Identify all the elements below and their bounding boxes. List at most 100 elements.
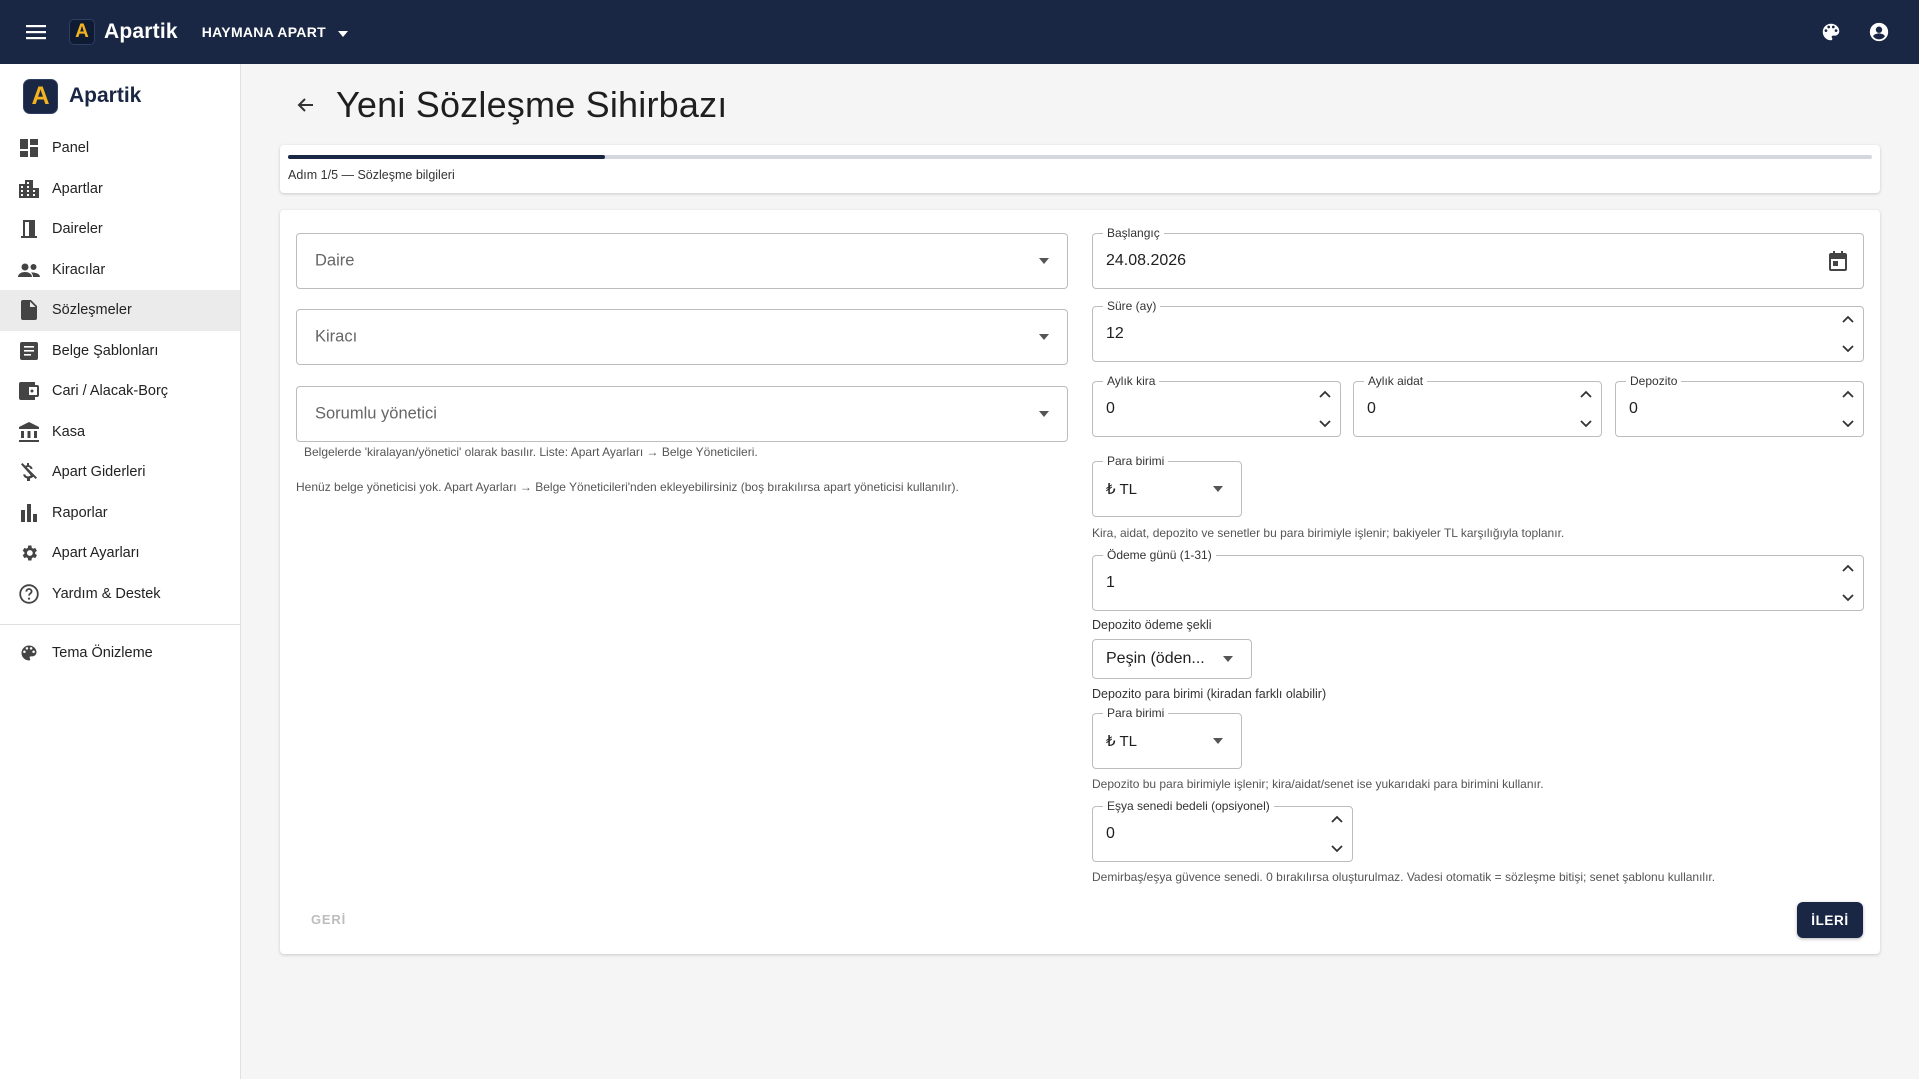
sure-field[interactable]: Süre (ay) 12 xyxy=(1092,298,1864,362)
chevron-up-icon[interactable] xyxy=(1327,810,1347,828)
stepper-controls xyxy=(1315,385,1335,433)
sidebar-item-daireler[interactable]: Daireler xyxy=(0,209,240,250)
sidebar-item-label: Apartlar xyxy=(52,180,103,197)
baslangic-date-field[interactable]: Başlangıç 24.08.2026 xyxy=(1092,225,1864,289)
sidebar-item-panel[interactable]: Panel xyxy=(0,128,240,169)
kiraci-placeholder: Kiracı xyxy=(315,327,358,346)
contract-form: Daire Kiracı Sorumlu yönetici Belgelerde… xyxy=(280,210,1880,954)
step-label: Adım 1/5 — Sözleşme bilgileri xyxy=(288,168,455,182)
calendar-icon[interactable] xyxy=(1827,250,1849,272)
progress-track xyxy=(288,155,1872,159)
depozito-field[interactable]: Depozito 0 xyxy=(1615,373,1864,437)
progress-fill xyxy=(288,155,605,159)
chevron-down-icon[interactable] xyxy=(1327,840,1347,858)
sidebar-item-label: Apart Ayarları xyxy=(52,545,140,562)
chevron-down-icon[interactable] xyxy=(1838,415,1858,433)
odeme-gunu-field[interactable]: Ödeme günü (1-31) 1 xyxy=(1092,547,1864,611)
sidebar-item-label: Panel xyxy=(52,140,90,157)
sidebar-item-label: Kiracılar xyxy=(52,261,106,278)
aylik-aidat-field[interactable]: Aylık aidat 0 xyxy=(1353,373,1602,437)
yonetici-select[interactable]: Sorumlu yönetici xyxy=(296,386,1068,442)
help-icon xyxy=(18,583,40,605)
apart-selector[interactable]: HAYMANA APART xyxy=(202,24,348,40)
yonetici-placeholder: Sorumlu yönetici xyxy=(315,404,437,423)
chevron-down-icon[interactable] xyxy=(1838,340,1858,358)
daire-select[interactable]: Daire xyxy=(296,233,1068,289)
esya-senedi-field[interactable]: Eşya senedi bedeli (opsiyonel) 0 xyxy=(1092,798,1353,862)
yonetici-info: Henüz belge yöneticisi yok. Apart Ayarla… xyxy=(296,480,959,494)
yonetici-helper: Belgelerde 'kiralayan/yönetici' olarak b… xyxy=(304,445,758,459)
chevron-up-icon[interactable] xyxy=(1315,385,1335,403)
aylik-kira-field[interactable]: Aylık kira 0 xyxy=(1092,373,1341,437)
depozito-para-birimi-select[interactable]: Para birimi ₺ TL xyxy=(1092,705,1242,769)
esya-senedi-label: Eşya senedi bedeli (opsiyonel) xyxy=(1103,798,1274,814)
gear-icon xyxy=(18,542,40,564)
next-button[interactable]: İLERİ xyxy=(1797,902,1863,938)
chevron-down-icon[interactable] xyxy=(1315,415,1335,433)
depozito-para-label: Depozito para birimi (kiradan farklı ola… xyxy=(1092,687,1327,701)
account-icon[interactable] xyxy=(1865,18,1893,46)
aylik-kira-label: Aylık kira xyxy=(1103,373,1160,389)
depozito-value: 0 xyxy=(1629,400,1638,417)
depozito-odeme-select[interactable]: Peşin (öden... xyxy=(1092,639,1252,679)
chevron-up-icon[interactable] xyxy=(1838,385,1858,403)
page-title: Yeni Sözleşme Sihirbazı xyxy=(336,84,728,125)
sidebar-item-yardim[interactable]: Yardım & Destek xyxy=(0,574,240,615)
bar-chart-icon xyxy=(18,502,40,524)
sidebar-item-apartlar[interactable]: Apartlar xyxy=(0,169,240,210)
odeme-gunu-value: 1 xyxy=(1106,574,1115,591)
para-birimi-label: Para birimi xyxy=(1103,453,1169,469)
sidebar-item-tema-onizleme[interactable]: Tema Önizleme xyxy=(0,633,240,674)
sidebar-item-raporlar[interactable]: Raporlar xyxy=(0,493,240,534)
sidebar-brand[interactable]: A Apartik xyxy=(0,64,240,128)
dropdown-arrow-icon xyxy=(1211,734,1225,748)
sure-label: Süre (ay) xyxy=(1103,298,1161,314)
back-button[interactable]: GERİ xyxy=(311,912,346,927)
sidebar-item-label: Cari / Alacak-Borç xyxy=(52,383,169,400)
esya-helper: Demirbaş/eşya güvence senedi. 0 bırakılı… xyxy=(1092,870,1716,884)
dropdown-arrow-icon xyxy=(1037,254,1051,268)
dropdown-arrow-icon xyxy=(1221,652,1235,666)
odeme-gunu-label: Ödeme günü (1-31) xyxy=(1103,547,1216,563)
baslangic-label: Başlangıç xyxy=(1103,225,1164,241)
chevron-down-icon[interactable] xyxy=(1576,415,1596,433)
chevron-down-icon[interactable] xyxy=(1838,589,1858,607)
sidebar-item-cari[interactable]: Cari / Alacak-Borç xyxy=(0,371,240,412)
daire-placeholder: Daire xyxy=(315,251,355,270)
sidebar-item-belge-sablonlari[interactable]: Belge Şablonları xyxy=(0,331,240,372)
sidebar-item-label: Belge Şablonları xyxy=(52,342,159,359)
apart-selector-label: HAYMANA APART xyxy=(201,24,326,40)
depozito-para-helper: Depozito bu para birimiyle işlenir; kira… xyxy=(1092,777,1544,791)
bank-icon xyxy=(18,421,40,443)
sidebar-item-apart-ayarlari[interactable]: Apart Ayarları xyxy=(0,533,240,574)
wizard-progress: Adım 1/5 — Sözleşme bilgileri xyxy=(280,145,1880,193)
chevron-up-icon[interactable] xyxy=(1838,310,1858,328)
back-arrow-icon[interactable] xyxy=(290,90,320,120)
document-icon xyxy=(18,299,40,321)
sidebar-item-label: Daireler xyxy=(52,221,103,238)
depozito-para-birimi-label: Para birimi xyxy=(1103,705,1169,721)
sidebar-item-sozlesmeler[interactable]: Sözleşmeler xyxy=(0,290,240,331)
para-birimi-select[interactable]: Para birimi ₺ TL xyxy=(1092,453,1242,517)
aylik-kira-value: 0 xyxy=(1106,400,1115,417)
sidebar-item-kasa[interactable]: Kasa xyxy=(0,412,240,453)
kiraci-select[interactable]: Kiracı xyxy=(296,309,1068,365)
door-icon xyxy=(18,218,40,240)
money-off-icon xyxy=(18,461,40,483)
sidebar-item-label: Yardım & Destek xyxy=(52,585,161,602)
menu-icon[interactable] xyxy=(18,14,54,50)
sidebar-item-label: Raporlar xyxy=(52,504,108,521)
sidebar-item-kiracilar[interactable]: Kiracılar xyxy=(0,250,240,291)
palette-icon[interactable] xyxy=(1817,18,1845,46)
chevron-up-icon[interactable] xyxy=(1576,385,1596,403)
sidebar-item-apart-giderleri[interactable]: Apart Giderleri xyxy=(0,452,240,493)
chevron-up-icon[interactable] xyxy=(1838,559,1858,577)
sidebar: A Apartik Panel Apartlar Daireler Kiracı… xyxy=(0,64,241,1079)
sidebar-item-label: Apart Giderleri xyxy=(52,464,146,481)
stepper-controls xyxy=(1838,385,1858,433)
dropdown-arrow-icon xyxy=(1211,482,1225,496)
app-brand[interactable]: A Apartik xyxy=(69,19,178,45)
sidebar-item-label: Sözleşmeler xyxy=(52,302,132,319)
sidebar-brand-name: Apartik xyxy=(69,84,142,107)
caret-down-icon xyxy=(337,24,348,40)
